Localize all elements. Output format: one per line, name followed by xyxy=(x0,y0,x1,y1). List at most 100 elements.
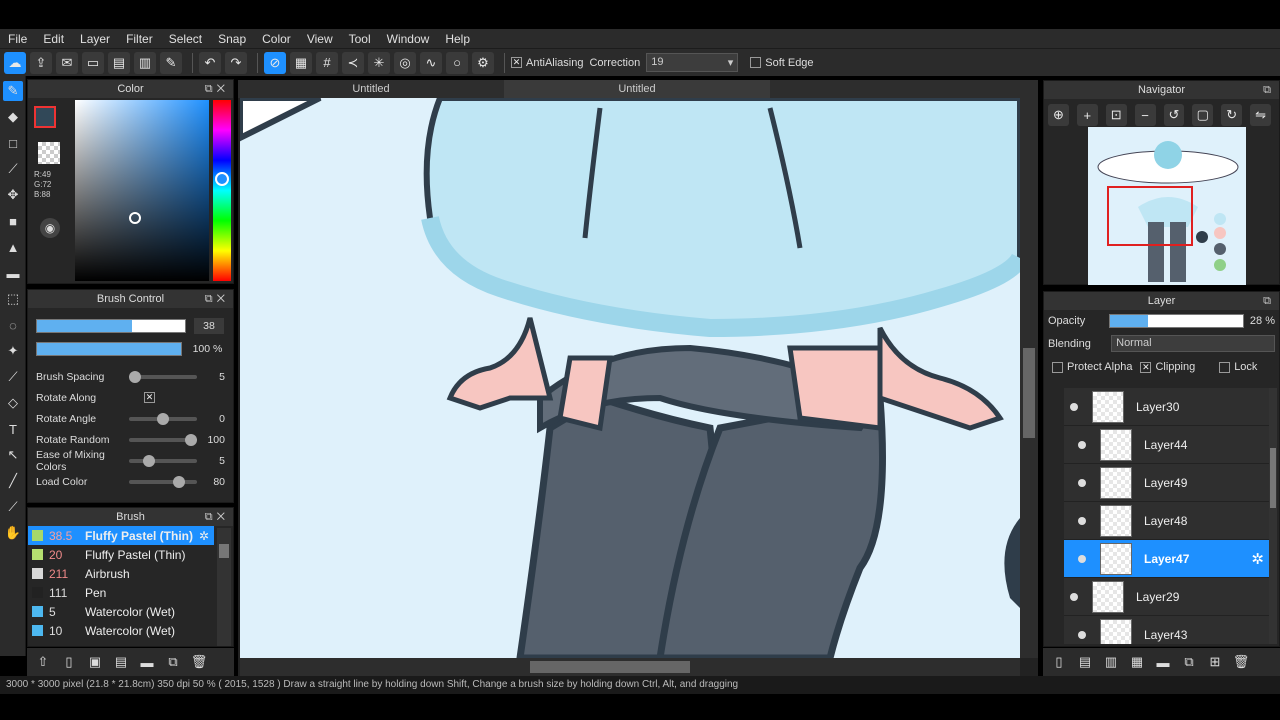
menu-help[interactable]: Help xyxy=(437,32,478,46)
brush-menu-icon[interactable]: ▣ xyxy=(85,652,105,672)
actual-size-icon[interactable]: ▢ xyxy=(1192,104,1214,126)
color-picker-cursor[interactable] xyxy=(129,212,141,224)
snap-circle-icon[interactable]: ◎ xyxy=(394,51,416,74)
select-eraser-icon[interactable]: ◇ xyxy=(3,393,23,413)
brush-item[interactable]: 5 Watercolor (Wet) xyxy=(28,602,214,621)
brush-item[interactable]: 10 Watercolor (Wet) xyxy=(28,621,214,640)
new-brush-icon[interactable]: ▯ xyxy=(59,652,79,672)
slider-knob[interactable] xyxy=(173,475,186,488)
snap-curve-icon[interactable]: ∿ xyxy=(420,51,442,74)
navigator-preview[interactable] xyxy=(1088,127,1246,285)
fit-window-icon[interactable]: ⊡ xyxy=(1105,104,1127,126)
select-pen-icon[interactable]: ⟋ xyxy=(3,367,23,387)
scrollbar-thumb[interactable] xyxy=(219,544,229,558)
hue-slider-knob[interactable] xyxy=(215,172,229,186)
gradient-tool-icon[interactable]: ▬ xyxy=(3,263,23,283)
eye-icon[interactable] xyxy=(1078,516,1086,525)
saturation-value-picker[interactable] xyxy=(75,100,209,281)
brush-settings-icon[interactable]: ▤ xyxy=(111,652,131,672)
snap-off-icon[interactable]: ⊘ xyxy=(264,51,286,74)
zoom-out-icon[interactable]: − xyxy=(1134,104,1156,126)
page-icon[interactable]: ▤ xyxy=(108,51,130,74)
cloud-icon[interactable]: ☁ xyxy=(4,51,26,74)
divide-tool-icon[interactable]: ╱ xyxy=(3,471,23,491)
slider-knob[interactable] xyxy=(143,454,156,467)
brush-list-scrollbar[interactable] xyxy=(217,528,231,646)
ease-mixing-slider[interactable] xyxy=(129,454,198,467)
panel-controls-icon[interactable]: ⧉ xyxy=(1263,292,1275,310)
rotate-right-icon[interactable]: ↻ xyxy=(1221,104,1243,126)
load-color-slider[interactable] xyxy=(129,475,198,488)
merge-layer-icon[interactable]: ⊞ xyxy=(1205,652,1225,672)
pages-icon[interactable]: ▥ xyxy=(134,51,156,74)
zoom-in-icon[interactable]: ⊕ xyxy=(1048,104,1069,126)
line-tool-icon[interactable]: ⟋ xyxy=(3,159,23,179)
canvas-vertical-scrollbar[interactable] xyxy=(1020,98,1038,658)
new-layer-icon[interactable]: ▯ xyxy=(1049,652,1069,672)
new-halftone-layer-icon[interactable]: ▤ xyxy=(1075,652,1095,672)
layer-opacity-slider[interactable] xyxy=(1109,314,1244,328)
scrollbar-thumb[interactable] xyxy=(1270,448,1276,508)
menu-tool[interactable]: Tool xyxy=(341,32,379,46)
panel-controls-icon[interactable]: ⧉✕ xyxy=(205,508,229,526)
blending-select[interactable]: Normal xyxy=(1111,335,1275,352)
folder-icon[interactable]: ▬ xyxy=(137,652,157,672)
eye-icon[interactable] xyxy=(1070,402,1078,411)
main-color-swatch[interactable] xyxy=(34,106,56,128)
layer-row-layer30[interactable]: Layer30 xyxy=(1064,388,1270,426)
move-tool-icon[interactable]: ✥ xyxy=(3,185,23,205)
flip-icon[interactable]: ⇋ xyxy=(1250,104,1271,126)
brush-size-value[interactable]: 38 xyxy=(194,318,224,334)
snap-vanish-icon[interactable]: ≺ xyxy=(342,51,364,74)
scrollbar-thumb[interactable] xyxy=(1023,348,1035,438)
layer-row-layer48[interactable]: Layer48 xyxy=(1064,502,1270,540)
snap-radial-icon[interactable]: ✳ xyxy=(368,51,390,74)
snap-ellipse-icon[interactable]: ○ xyxy=(446,51,468,74)
fill-tool-icon[interactable]: ▲ xyxy=(3,237,23,257)
menu-edit[interactable]: Edit xyxy=(35,32,72,46)
gear-icon[interactable]: ✲ xyxy=(199,529,209,543)
layer-row-layer49[interactable]: Layer49 xyxy=(1064,464,1270,502)
slider-knob[interactable] xyxy=(129,370,142,383)
eye-icon[interactable] xyxy=(1078,478,1086,487)
trash-icon[interactable]: 🗑 xyxy=(1231,652,1251,672)
menu-select[interactable]: Select xyxy=(161,32,210,46)
brush-spacing-slider[interactable] xyxy=(129,370,198,383)
gear-icon[interactable]: ✲ xyxy=(1251,550,1264,568)
rotate-along-checkbox[interactable]: ✕ xyxy=(144,392,155,403)
brush-size-slider[interactable] xyxy=(36,319,186,333)
shape-tool-icon[interactable]: □ xyxy=(3,133,23,153)
operation-tool-icon[interactable]: ↖ xyxy=(3,445,23,465)
lasso-tool-icon[interactable]: ◌ xyxy=(3,315,23,335)
cloud-upload-icon[interactable]: ⇧ xyxy=(33,652,53,672)
menu-window[interactable]: Window xyxy=(379,32,438,46)
undo-icon[interactable]: ↶ xyxy=(199,51,221,74)
new-tile-layer-icon[interactable]: ▦ xyxy=(1127,652,1147,672)
tab-untitled-1[interactable]: Untitled xyxy=(238,80,504,98)
panel-controls-icon[interactable]: ⧉✕ xyxy=(205,290,229,308)
snap-settings-icon[interactable]: ⚙ xyxy=(472,51,494,74)
slider-knob[interactable] xyxy=(185,433,198,446)
zoom-plus-icon[interactable]: + xyxy=(1076,104,1098,126)
slider-knob[interactable] xyxy=(157,412,170,425)
drawing-canvas[interactable] xyxy=(240,98,1020,658)
magic-wand-icon[interactable]: ✦ xyxy=(3,341,23,361)
menu-filter[interactable]: Filter xyxy=(118,32,161,46)
tab-untitled-2[interactable]: Untitled xyxy=(504,80,770,98)
eyedropper-icon[interactable]: ⟋ xyxy=(3,497,23,517)
text-tool-icon[interactable]: T xyxy=(3,419,23,439)
scrollbar-thumb[interactable] xyxy=(530,661,690,673)
eraser-tool-icon[interactable]: ◆ xyxy=(3,107,23,127)
layer-row-layer29[interactable]: Layer29 xyxy=(1064,578,1270,616)
duplicate-icon[interactable]: ⧉ xyxy=(163,652,183,672)
panel-controls-icon[interactable]: ⧉✕ xyxy=(205,80,229,98)
new-layer-8bit-icon[interactable]: ▥ xyxy=(1101,652,1121,672)
new-folder-icon[interactable]: ▬ xyxy=(1153,652,1173,672)
correction-select[interactable]: 19 ▾ xyxy=(646,53,739,72)
menu-file[interactable]: File xyxy=(0,32,35,46)
redo-icon[interactable]: ↷ xyxy=(225,51,247,74)
snap-parallel-icon[interactable]: ▦ xyxy=(290,51,312,74)
layer-row-layer43[interactable]: Layer43 xyxy=(1064,616,1270,644)
protect-alpha-checkbox[interactable] xyxy=(1052,361,1063,373)
lock-checkbox[interactable] xyxy=(1219,361,1231,373)
